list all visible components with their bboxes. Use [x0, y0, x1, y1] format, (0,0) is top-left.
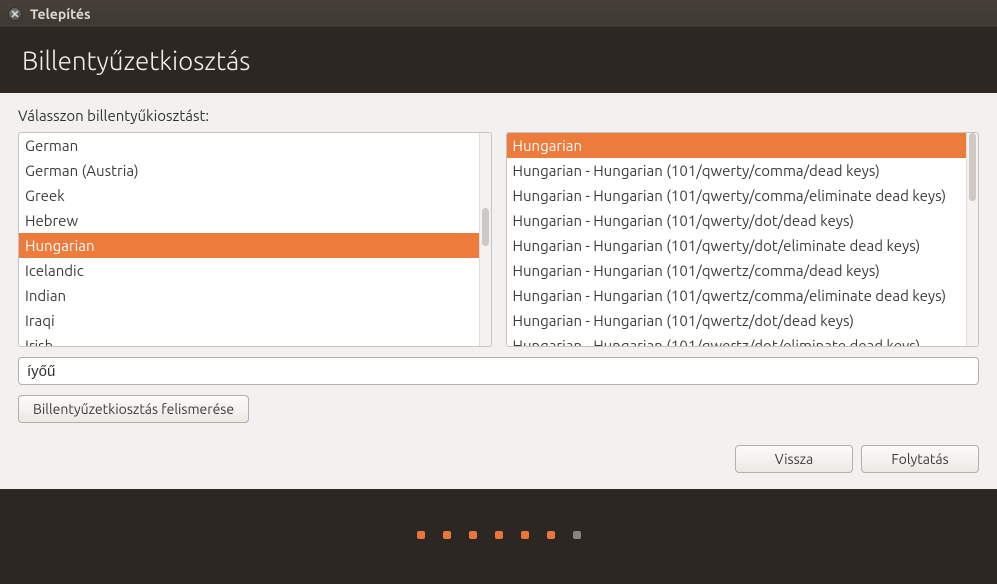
list-item[interactable]: German: [19, 133, 491, 158]
progress-dot: [573, 531, 581, 539]
list-item[interactable]: Greek: [19, 183, 491, 208]
scrollbar[interactable]: [479, 133, 491, 346]
list-item[interactable]: Indian: [19, 283, 491, 308]
progress-dot: [521, 531, 529, 539]
progress-dot: [547, 531, 555, 539]
window-title: Telepítés: [30, 6, 91, 22]
titlebar: Telepítés: [0, 0, 997, 28]
detect-layout-button[interactable]: Billentyűzetkiosztás felismerése: [18, 395, 249, 423]
list-item[interactable]: Iraqi: [19, 308, 491, 333]
language-list[interactable]: GermanGerman (Austria)GreekHebrewHungari…: [18, 132, 492, 347]
list-item[interactable]: Irish: [19, 333, 491, 346]
page-title: Billentyűzetkiosztás: [0, 28, 997, 93]
progress-dot: [495, 531, 503, 539]
continue-button[interactable]: Folytatás: [861, 445, 979, 473]
list-item[interactable]: Hungarian - Hungarian (101/qwertz/dot/de…: [507, 308, 979, 333]
prompt-label: Válasszon billentyűkiosztást:: [18, 107, 979, 124]
list-item[interactable]: Hungarian - Hungarian (101/qwerty/dot/el…: [507, 233, 979, 258]
progress-dots: [0, 489, 997, 539]
list-item[interactable]: Hungarian - Hungarian (101/qwertz/dot/el…: [507, 333, 979, 346]
list-item[interactable]: Hungarian - Hungarian (101/qwertz/comma/…: [507, 258, 979, 283]
content-area: Válasszon billentyűkiosztást: GermanGerm…: [0, 93, 997, 489]
list-item[interactable]: Hungarian - Hungarian (101/qwerty/comma/…: [507, 158, 979, 183]
list-item[interactable]: Hungarian - Hungarian (101/qwerty/comma/…: [507, 183, 979, 208]
progress-dot: [417, 531, 425, 539]
close-icon[interactable]: [8, 7, 22, 21]
list-item[interactable]: Hungarian: [19, 233, 491, 258]
list-item[interactable]: Hebrew: [19, 208, 491, 233]
list-item[interactable]: Hungarian - Hungarian (101/qwertz/comma/…: [507, 283, 979, 308]
variant-list[interactable]: HungarianHungarian - Hungarian (101/qwer…: [506, 132, 980, 347]
keyboard-test-input[interactable]: [18, 357, 979, 385]
list-item[interactable]: Hungarian: [507, 133, 979, 158]
scroll-thumb[interactable]: [969, 133, 976, 201]
list-item[interactable]: German (Austria): [19, 158, 491, 183]
scrollbar[interactable]: [966, 133, 978, 346]
list-item[interactable]: Icelandic: [19, 258, 491, 283]
list-item[interactable]: Hungarian - Hungarian (101/qwerty/dot/de…: [507, 208, 979, 233]
progress-dot: [443, 531, 451, 539]
back-button[interactable]: Vissza: [735, 445, 853, 473]
scroll-thumb[interactable]: [482, 208, 489, 246]
progress-dot: [469, 531, 477, 539]
